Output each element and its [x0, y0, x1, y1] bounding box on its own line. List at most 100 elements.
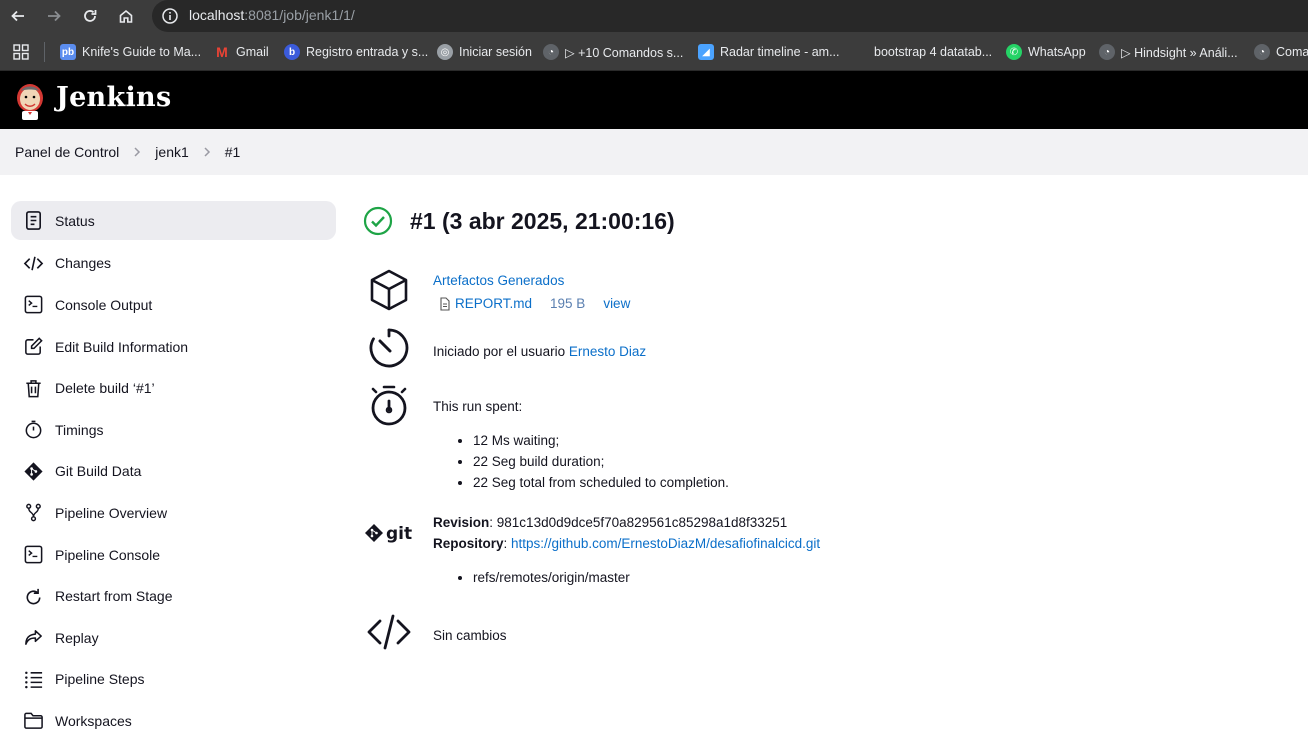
- list-item: 22 Seg total from scheduled to completio…: [473, 472, 729, 493]
- bookmark-item[interactable]: ◢ Radar timeline - am...: [698, 43, 839, 61]
- timing-list: 12 Ms waiting; 22 Seg build duration; 22…: [473, 430, 729, 493]
- bookmarks-bar: pb Knife's Guide to Ma... M Gmail b Registr…: [0, 32, 1308, 71]
- stopwatch-icon: [22, 419, 44, 441]
- bookmark-item[interactable]: ◔ ▷ Hindsight » Análi...: [1099, 43, 1238, 61]
- revision-hash: : 981c13d0d9dce5f70a829561c85298a1d8f332…: [489, 515, 788, 530]
- started-by-text: Iniciado por el usuario Ernesto Diaz: [433, 344, 647, 359]
- sidebar-item-label: Pipeline Steps: [55, 671, 145, 688]
- sidebar-item-pipeline-overview[interactable]: Pipeline Overview: [11, 492, 336, 534]
- incognito-icon: ◔: [1254, 44, 1270, 60]
- breadcrumb-build[interactable]: #1: [225, 144, 241, 160]
- sidebar-item-label: Pipeline Overview: [55, 504, 168, 521]
- svg-text:git: git: [386, 524, 412, 544]
- artifact-size: 195 B: [550, 296, 586, 311]
- globe-icon: ◎: [437, 44, 453, 60]
- revision-line: Revision: 981c13d0d9dce5f70a829561c85298…: [433, 515, 788, 530]
- forward-button[interactable]: [43, 5, 65, 27]
- sidebar-item-pipeline-steps[interactable]: Pipeline Steps: [11, 659, 336, 701]
- sidebar-item-status[interactable]: Status: [11, 201, 336, 240]
- bookmark-separator: [44, 42, 45, 62]
- artifact-row: REPORT.md 195 B view: [438, 296, 630, 311]
- chevron-right-icon: [134, 147, 141, 157]
- code-icon: [22, 252, 44, 274]
- sidebar-item-label: Edit Build Information: [55, 338, 189, 355]
- bookmark-item[interactable]: ◔ ▷ +10 Comandos s...: [543, 43, 683, 61]
- home-button[interactable]: [115, 5, 137, 27]
- user-link[interactable]: Ernesto Diaz: [569, 344, 646, 359]
- timer-icon: [369, 328, 409, 368]
- artifacts-link[interactable]: Artefactos Generados: [433, 273, 564, 288]
- sidebar-item-edit-build-info[interactable]: Edit Build Information: [11, 326, 336, 368]
- sidebar-item-console-output[interactable]: Console Output: [11, 284, 336, 326]
- sidebar-item-git-build-data[interactable]: Git Build Data: [11, 451, 336, 493]
- sidebar-item-label: Workspaces: [55, 712, 132, 729]
- restart-icon: [22, 585, 44, 607]
- sidebar-item-label: Console Output: [55, 296, 153, 313]
- jenkins-header: Jenkins: [0, 71, 1308, 129]
- address-bar[interactable]: localhost:8081/job/jenk1/1/: [152, 0, 1308, 32]
- trash-icon: [22, 377, 44, 399]
- replay-icon: [22, 627, 44, 649]
- bookmark-item[interactable]: M Gmail: [214, 43, 269, 61]
- sidebar-item-pipeline-console[interactable]: Pipeline Console: [11, 534, 336, 576]
- success-check-icon: [363, 206, 393, 236]
- build-title: #1 (3 abr 2025, 21:00:16): [410, 207, 675, 234]
- stopwatch-icon: [371, 385, 407, 426]
- file-icon: [440, 296, 450, 311]
- sidebar-item-workspaces[interactable]: Workspaces: [11, 700, 336, 733]
- forward-arrow-icon: [48, 10, 61, 22]
- pb-icon: pb: [60, 44, 76, 60]
- list-item: 22 Seg build duration;: [473, 451, 729, 472]
- code-icon: [367, 614, 411, 650]
- bookmark-item[interactable]: ◔ Coma: [1254, 43, 1308, 61]
- whatsapp-icon: ✆: [1006, 44, 1022, 60]
- sidebar-item-label: Replay: [55, 629, 99, 646]
- page-title: #1 (3 abr 2025, 21:00:16): [362, 205, 675, 237]
- bookmark-item[interactable]: bootstrap 4 datatab...: [874, 43, 992, 61]
- terminal-icon: [22, 544, 44, 566]
- sidebar-item-label: Delete build ‘#1’: [55, 380, 155, 397]
- browser-toolbar: localhost:8081/job/jenk1/1/: [0, 0, 1308, 32]
- gmail-icon: M: [216, 44, 228, 60]
- sidebar-item-restart-from-stage[interactable]: Restart from Stage: [11, 575, 336, 617]
- list-item: refs/remotes/origin/master: [473, 567, 630, 588]
- folder-icon: [22, 710, 44, 732]
- sidebar-item-timings[interactable]: Timings: [11, 409, 336, 451]
- package-icon: [370, 269, 408, 311]
- sidebar-item-replay[interactable]: Replay: [11, 617, 336, 659]
- breadcrumb-job[interactable]: jenk1: [155, 144, 188, 160]
- git-logo-icon: git: [365, 524, 412, 544]
- app-title[interactable]: Jenkins: [56, 82, 171, 113]
- sidebar-item-label: Status: [55, 212, 95, 229]
- refs-list: refs/remotes/origin/master: [473, 567, 630, 588]
- url-text[interactable]: localhost:8081/job/jenk1/1/: [189, 7, 355, 23]
- reload-button[interactable]: [79, 5, 101, 27]
- terminal-icon: [22, 294, 44, 316]
- jenkins-logo-icon[interactable]: [13, 81, 47, 121]
- info-icon[interactable]: [161, 7, 179, 25]
- breadcrumb-dashboard[interactable]: Panel de Control: [15, 144, 119, 160]
- home-icon: [119, 9, 133, 23]
- bookmark-item[interactable]: b Registro entrada y s...: [284, 43, 428, 61]
- bookmark-item[interactable]: ◎ Iniciar sesión: [437, 43, 532, 61]
- repository-line: Repository: https://github.com/ErnestoDi…: [433, 536, 821, 551]
- incognito-icon: ◔: [1099, 44, 1115, 60]
- artifact-file-link[interactable]: REPORT.md: [455, 296, 532, 311]
- sidebar-item-label: Timings: [55, 421, 104, 438]
- repository-link[interactable]: https://github.com/ErnestoDiazM/desafiof…: [511, 536, 820, 551]
- bookmark-item[interactable]: ✆ WhatsApp: [1006, 43, 1086, 61]
- document-icon: [22, 210, 44, 232]
- breadcrumb: Panel de Control jenk1 #1: [0, 129, 1308, 175]
- apps-grid-icon[interactable]: [12, 43, 30, 61]
- git-icon: [22, 460, 44, 482]
- sidebar-item-label: Changes: [55, 255, 112, 272]
- back-button[interactable]: [7, 5, 29, 27]
- reload-icon: [84, 10, 97, 22]
- sidebar-item-changes[interactable]: Changes: [11, 243, 336, 285]
- list-item: 12 Ms waiting;: [473, 430, 729, 451]
- sidebar-item-delete-build[interactable]: Delete build ‘#1’: [11, 367, 336, 409]
- artifact-view-link[interactable]: view: [603, 296, 630, 311]
- bookmark-item[interactable]: pb Knife's Guide to Ma...: [60, 43, 201, 61]
- sidebar-item-label: Git Build Data: [55, 463, 142, 480]
- edit-icon: [22, 336, 44, 358]
